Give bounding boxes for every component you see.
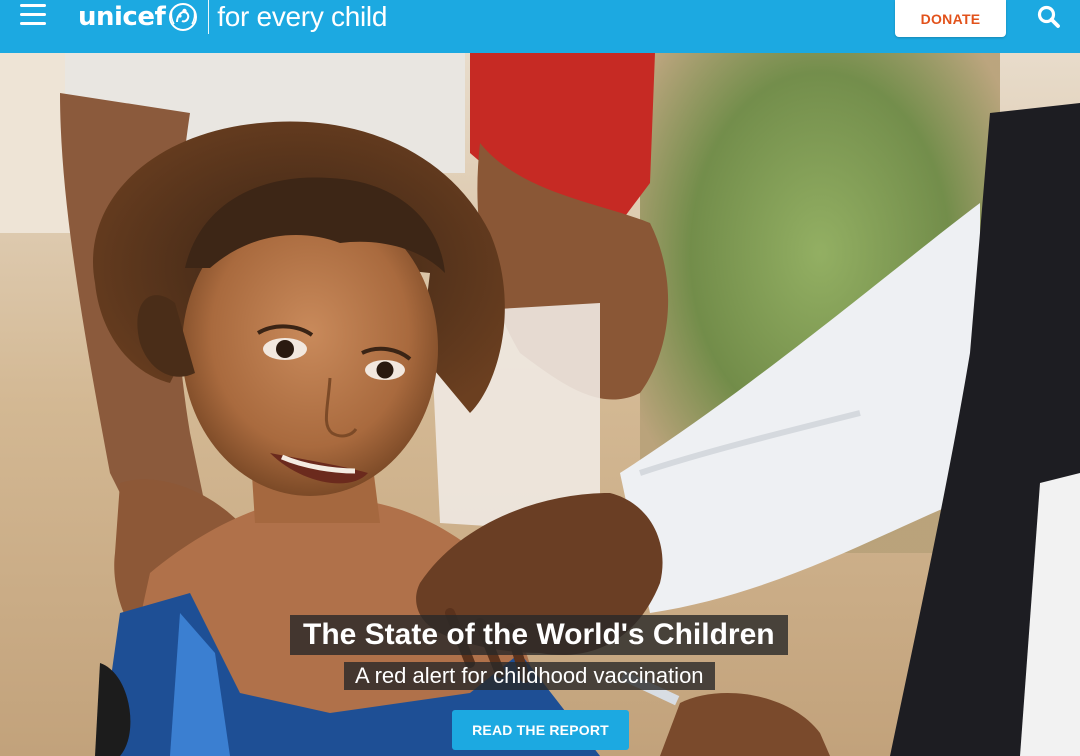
logo-wordmark: unicef bbox=[78, 2, 166, 32]
logo-tagline: for every child bbox=[217, 1, 388, 32]
site-header: unicef for every child DONATE bbox=[0, 0, 1080, 53]
hero-banner: The State of the World's Children A red … bbox=[0, 53, 1080, 756]
hero-subtitle: A red alert for childhood vaccination bbox=[344, 662, 715, 690]
donate-button[interactable]: DONATE bbox=[895, 0, 1006, 37]
unicef-emblem-icon bbox=[169, 3, 198, 31]
page: unicef for every child DONATE The State … bbox=[0, 0, 1080, 756]
search-icon[interactable] bbox=[1036, 4, 1062, 30]
logo-divider bbox=[208, 0, 210, 34]
hero-title: The State of the World's Children bbox=[290, 615, 788, 655]
read-report-button[interactable]: READ THE REPORT bbox=[452, 710, 629, 750]
menu-icon[interactable] bbox=[20, 4, 46, 26]
unicef-logo[interactable]: unicef for every child bbox=[78, 0, 387, 34]
